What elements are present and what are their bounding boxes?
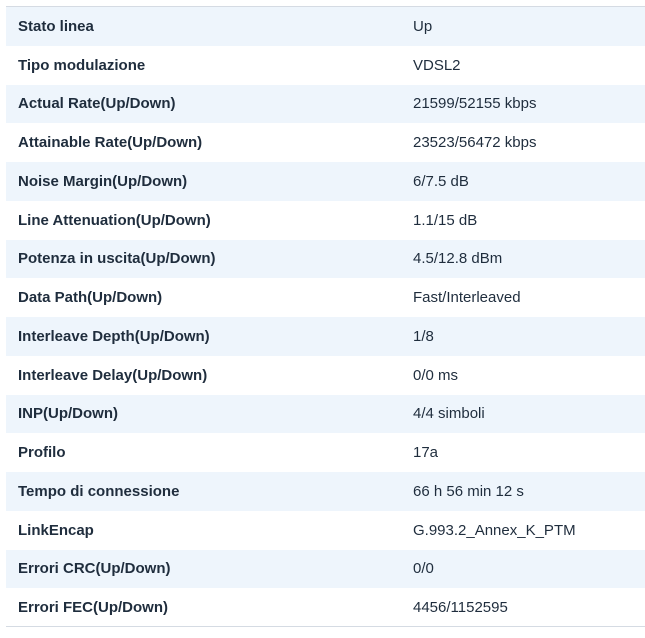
row-label-stato-linea: Stato linea <box>18 17 94 35</box>
row-label-profilo: Profilo <box>18 444 66 462</box>
row-label-potenza-in-uscita: Potenza in uscita(Up/Down) <box>18 250 216 268</box>
table-row: Interleave Depth(Up/Down) 1/8 <box>6 317 645 356</box>
table-row: Tempo di connessione 66 h 56 min 12 s <box>6 472 645 511</box>
row-value-tempo-di-connessione: 66 h 56 min 12 s <box>413 482 524 500</box>
row-label-inp: INP(Up/Down) <box>18 405 118 423</box>
table-row: LinkEncap G.993.2_Annex_K_PTM <box>6 510 645 550</box>
row-label-errori-fec: Errori FEC(Up/Down) <box>18 599 168 617</box>
table-row: Errori CRC(Up/Down) 0/0 <box>6 549 645 589</box>
row-label-linkencap: LinkEncap <box>18 521 94 539</box>
row-value-attainable-rate: 23523/56472 kbps <box>413 134 537 152</box>
row-label-actual-rate: Actual Rate(Up/Down) <box>18 95 176 113</box>
table-row: Noise Margin(Up/Down) 6/7.5 dB <box>6 162 645 201</box>
row-label-noise-margin: Noise Margin(Up/Down) <box>18 172 188 190</box>
table-row: Profilo 17a <box>6 433 645 472</box>
row-value-interleave-depth: 1/8 <box>413 327 434 345</box>
table-row: Stato linea Up <box>6 7 645 46</box>
row-value-actual-rate: 21599/52155 kbps <box>413 95 537 113</box>
table-row: Line Attenuation(Up/Down) 1.1/15 dB <box>6 200 645 240</box>
table-row: Data Path(Up/Down) Fast/Interleaved <box>6 278 645 317</box>
table-bottom-divider <box>6 626 645 627</box>
row-value-data-path: Fast/Interleaved <box>413 289 521 307</box>
table-row: Tipo modulazione VDSL2 <box>6 45 645 85</box>
row-label-tempo-di-connessione: Tempo di connessione <box>18 482 180 500</box>
row-label-errori-crc: Errori CRC(Up/Down) <box>18 560 171 578</box>
row-value-errori-crc: 0/0 <box>413 560 434 578</box>
row-value-profilo: 17a <box>413 444 439 462</box>
table-row: Actual Rate(Up/Down) 21599/52155 kbps <box>6 84 645 124</box>
table-row: Errori FEC(Up/Down) 4456/1152595 <box>6 588 645 627</box>
row-value-inp: 4/4 simboli <box>413 405 485 423</box>
dsl-status-panel: Stato linea Up Tipo modulazione VDSL2 Ac… <box>6 6 645 627</box>
row-value-tipo-modulazione: VDSL2 <box>413 56 461 74</box>
row-label-attainable-rate: Attainable Rate(Up/Down) <box>18 134 203 152</box>
table-row: Attainable Rate(Up/Down) 23523/56472 kbp… <box>6 123 645 162</box>
row-label-interleave-delay: Interleave Delay(Up/Down) <box>18 366 208 384</box>
dsl-status-table: Stato linea Up Tipo modulazione VDSL2 Ac… <box>6 7 645 627</box>
row-value-line-attenuation: 1.1/15 dB <box>413 211 478 229</box>
row-label-data-path: Data Path(Up/Down) <box>18 289 163 307</box>
row-value-errori-fec: 4456/1152595 <box>413 599 508 617</box>
row-value-interleave-delay: 0/0 ms <box>413 366 459 384</box>
row-label-interleave-depth: Interleave Depth(Up/Down) <box>18 327 210 345</box>
table-row: Interleave Delay(Up/Down) 0/0 ms <box>6 355 645 395</box>
row-value-noise-margin: 6/7.5 dB <box>413 172 469 190</box>
row-label-tipo-modulazione: Tipo modulazione <box>18 56 146 74</box>
table-row: INP(Up/Down) 4/4 simboli <box>6 394 645 434</box>
table-row: Potenza in uscita(Up/Down) 4.5/12.8 dBm <box>6 239 645 279</box>
row-value-stato-linea: Up <box>413 17 433 35</box>
row-value-potenza-in-uscita: 4.5/12.8 dBm <box>413 250 503 268</box>
row-value-linkencap: G.993.2_Annex_K_PTM <box>413 521 576 539</box>
row-label-line-attenuation: Line Attenuation(Up/Down) <box>18 211 211 229</box>
